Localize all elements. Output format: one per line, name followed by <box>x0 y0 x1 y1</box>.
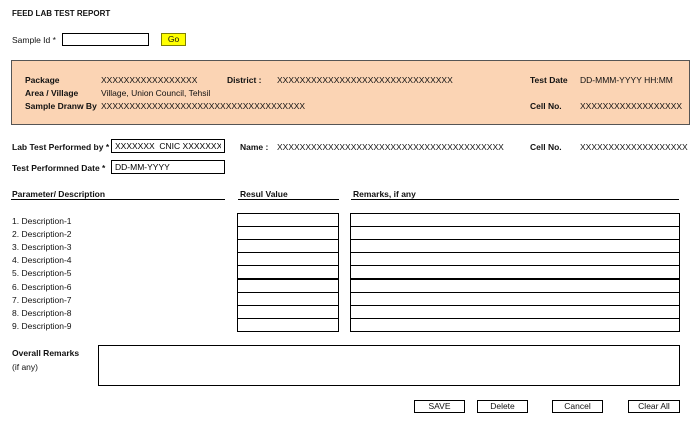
row-description: 7. Description-7 <box>12 295 72 305</box>
remarks-cell[interactable] <box>350 239 680 253</box>
remarks-cell[interactable] <box>350 305 680 319</box>
result-cell[interactable] <box>237 213 339 227</box>
row-description: 3. Description-3 <box>12 242 72 252</box>
remarks-cell[interactable] <box>350 318 680 332</box>
save-button[interactable]: SAVE <box>414 400 465 413</box>
result-cell[interactable] <box>237 226 339 240</box>
result-cell[interactable] <box>237 292 339 306</box>
remarks-column-header: Remarks, if any <box>353 189 416 199</box>
row-description: 9. Description-9 <box>12 321 72 331</box>
row-description: 2. Description-2 <box>12 229 72 239</box>
result-cell[interactable] <box>237 265 339 279</box>
sample-drawn-by-value: XXXXXXXXXXXXXXXXXXXXXXXXXXXXXXXXXXXX <box>101 101 306 111</box>
result-cell[interactable] <box>237 239 339 253</box>
performed-by-label: Lab Test Performed by * <box>12 142 110 152</box>
overall-remarks-label: Overall Remarks <box>12 348 80 358</box>
name-label: Name : <box>240 142 269 152</box>
district-label: District : <box>227 75 262 85</box>
header-divider <box>238 199 339 200</box>
result-cell[interactable] <box>237 252 339 266</box>
cell-no-value: XXXXXXXXXXXXXXXXXX <box>580 101 683 111</box>
result-column-header: Resul Value <box>240 189 288 199</box>
area-value: Village, Union Council, Tehsil <box>101 88 211 98</box>
remarks-cell[interactable] <box>350 279 680 293</box>
header-divider <box>351 199 679 200</box>
cell-no-label: Cell No. <box>530 101 562 111</box>
row-description: 1. Description-1 <box>12 216 72 226</box>
test-date-performed-label: Test Performned Date * <box>12 163 106 173</box>
area-label: Area / Village <box>25 88 79 98</box>
go-button[interactable]: Go <box>161 33 186 46</box>
delete-button[interactable]: Delete <box>477 400 528 413</box>
page-title: FEED LAB TEST REPORT <box>12 9 111 18</box>
row-description: 4. Description-4 <box>12 255 72 265</box>
sample-drawn-by-label: Sample Dranw By <box>25 101 97 111</box>
cancel-button[interactable]: Cancel <box>552 400 603 413</box>
name-value: XXXXXXXXXXXXXXXXXXXXXXXXXXXXXXXXXXXXXXXX <box>277 142 504 152</box>
row-description: 6. Description-6 <box>12 282 72 292</box>
clear-all-button[interactable]: Clear All <box>628 400 680 413</box>
performer-cell-value: XXXXXXXXXXXXXXXXXXX <box>580 142 688 152</box>
result-cell[interactable] <box>237 318 339 332</box>
remarks-cell[interactable] <box>350 265 680 279</box>
remarks-cell[interactable] <box>350 226 680 240</box>
row-description: 5. Description-5 <box>12 268 72 278</box>
parameter-column-header: Parameter/ Description <box>12 189 106 199</box>
remarks-cell[interactable] <box>350 292 680 306</box>
sample-id-label: Sample Id * <box>12 35 56 45</box>
performer-cell-label: Cell No. <box>530 142 562 152</box>
row-description: 8. Description-8 <box>12 308 72 318</box>
remarks-cell[interactable] <box>350 213 680 227</box>
package-label: Package <box>25 75 60 85</box>
performed-by-input[interactable] <box>111 139 225 153</box>
sample-id-input[interactable] <box>62 33 149 46</box>
result-cell[interactable] <box>237 279 339 293</box>
district-value: XXXXXXXXXXXXXXXXXXXXXXXXXXXXXXX <box>277 75 453 85</box>
remarks-cell[interactable] <box>350 252 680 266</box>
result-cell[interactable] <box>237 305 339 319</box>
overall-remarks-sublabel: (if any) <box>12 362 38 372</box>
overall-remarks-textarea[interactable] <box>98 345 680 386</box>
header-divider <box>11 199 225 200</box>
test-date-label: Test Date <box>530 75 568 85</box>
test-date-value: DD-MMM-YYYY HH:MM <box>580 75 673 85</box>
package-value: XXXXXXXXXXXXXXXXX <box>101 75 198 85</box>
test-performed-date-input[interactable] <box>111 160 225 174</box>
